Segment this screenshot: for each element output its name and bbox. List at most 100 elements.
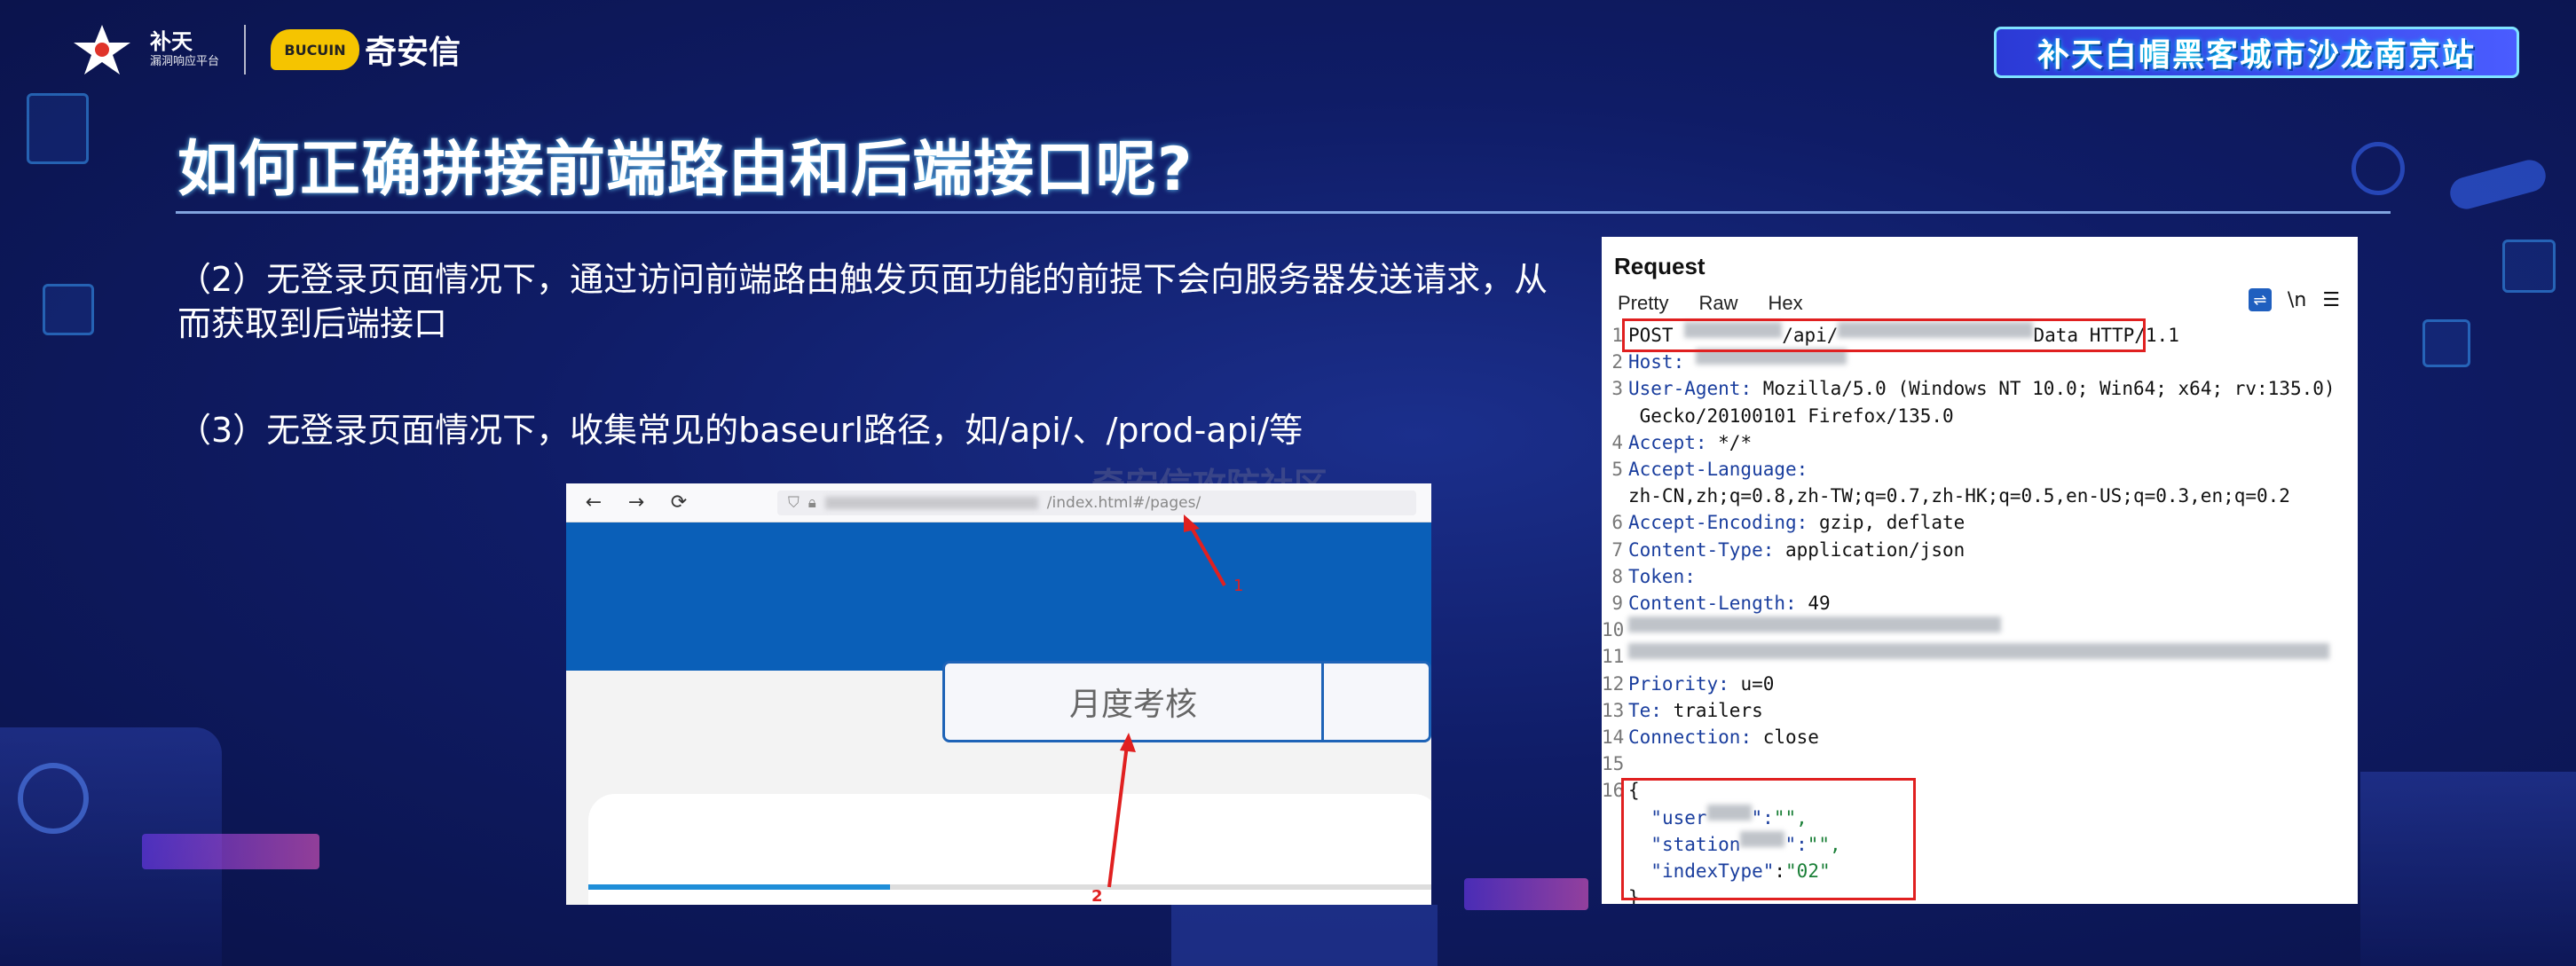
line-number: 8: [1611, 565, 1623, 587]
line-number: 6: [1611, 512, 1623, 534]
highlight-endpoint: [1622, 318, 2146, 352]
tab-card[interactable]: 月度考核: [942, 661, 1431, 742]
title-divider: [176, 211, 2391, 214]
shield-icon: ⛉: [788, 494, 800, 512]
highlight-body: [1621, 778, 1916, 900]
line-number: [1602, 403, 1628, 429]
line-number: [1602, 483, 1628, 509]
header-value: Mozilla/5.0 (Windows NT 10.0; Win64; x64…: [1762, 378, 2336, 400]
header-key: Content-Length: [1628, 593, 1786, 615]
line-number: 3: [1611, 378, 1623, 400]
code-line: 4 Accept: */*: [1602, 429, 2358, 456]
line-number: 14: [1602, 726, 1625, 749]
line-number: 13: [1602, 699, 1625, 721]
code-line: 9 Content-Length: 49: [1602, 590, 2358, 617]
tab-pretty[interactable]: Pretty: [1618, 292, 1668, 315]
redacted-text: [1628, 643, 2329, 660]
butian-name: 补天: [150, 29, 193, 54]
code-line: 5 Accept-Language:: [1602, 456, 2358, 483]
header-value: zh-CN,zh;q=0.8,zh-TW;q=0.7,zh-HK;q=0.5,e…: [1628, 485, 2290, 507]
code-line: 12 Priority: u=0: [1602, 671, 2358, 697]
header-key: Accept: [1628, 431, 1696, 453]
slide-title: 如何正确拼接前端路由和后端接口呢?: [177, 135, 1193, 205]
forward-icon[interactable]: →: [626, 492, 646, 513]
arrow-1-icon: 1: [1184, 514, 1243, 595]
code-line: 6 Accept-Encoding: gzip, deflate: [1602, 509, 2358, 536]
code-line: 8 Token:: [1602, 563, 2358, 590]
reload-icon[interactable]: ⟳: [669, 492, 689, 513]
logo-divider: [244, 25, 247, 75]
butian-subtitle: 漏洞响应平台: [150, 55, 220, 68]
decor-chip-icon: [43, 284, 94, 335]
tab-hex[interactable]: Hex: [1768, 292, 1802, 315]
line-number: 11: [1602, 646, 1625, 668]
header-key: Token: [1628, 565, 1685, 587]
code-line: 7 Content-Type: application/json: [1602, 537, 2358, 563]
butian-logo-icon: [74, 25, 130, 75]
browser-screenshot: ← → ⟳ ⛉ 🔒︎ /index.html#/pages/ 月度考核: [566, 483, 1431, 905]
event-banner: 补天白帽黑客城市沙龙南京站: [1994, 27, 2519, 78]
header-value: application/json: [1785, 538, 1965, 561]
request-tabs: Pretty Raw Hex: [1618, 292, 1803, 315]
code-line: zh-CN,zh;q=0.8,zh-TW;q=0.7,zh-HK;q=0.5,e…: [1602, 483, 2358, 509]
code-line: 13 Te: trailers: [1602, 697, 2358, 724]
page-header-band: [566, 522, 1431, 671]
arrow-2-label: 2: [1091, 887, 1103, 905]
header-key: Priority: [1628, 672, 1719, 695]
line-number: 10: [1602, 619, 1625, 641]
header-value: trailers: [1673, 699, 1763, 721]
tab-raw[interactable]: Raw: [1698, 292, 1737, 315]
code-line: 2 Host:: [1602, 349, 2358, 375]
arrow-2-icon: 2: [1091, 733, 1136, 905]
url-redacted: [824, 497, 1038, 509]
lock-icon: 🔒︎: [807, 494, 816, 512]
decor-lens-icon: [2351, 142, 2405, 195]
header-key: Host: [1628, 351, 1674, 373]
code-line: 3 User-Agent: Mozilla/5.0 (Windows NT 10.…: [1602, 375, 2358, 402]
line-number: 7: [1611, 538, 1623, 561]
line-number: 12: [1602, 672, 1625, 695]
header-key: Accept-Encoding: [1628, 512, 1797, 534]
line-number: 9: [1611, 593, 1623, 615]
back-icon[interactable]: ←: [584, 492, 603, 513]
newline-icon[interactable]: \n: [2288, 289, 2306, 311]
code-line: Gecko/20100101 Firefox/135.0: [1602, 403, 2358, 429]
header-value: 49: [1808, 593, 1831, 615]
code-line: 11: [1602, 643, 2358, 670]
menu-icon[interactable]: ☰: [2322, 289, 2340, 311]
line-number: 2: [1611, 351, 1623, 373]
paragraph-3: （3）无登录页面情况下，收集常见的baseurl路径，如/api/、/prod-…: [177, 411, 1304, 450]
address-bar[interactable]: ⛉ 🔒︎ /index.html#/pages/: [777, 491, 1416, 515]
header-key: User-Agent: [1628, 378, 1741, 400]
progress-active: [588, 884, 890, 890]
header-value: Gecko/20100101 Firefox/135.0: [1628, 404, 1954, 427]
arrow-1-label: 1: [1233, 577, 1243, 595]
paragraph-2: （2）无登录页面情况下，通过访问前端路由触发页面功能的前提下会向服务器发送请求，…: [177, 260, 1548, 343]
qianxin-name: 奇安信: [365, 35, 461, 71]
header-key: Content-Type: [1628, 538, 1763, 561]
line-number: 15: [1602, 753, 1625, 775]
header-key: Accept-Language: [1628, 459, 1797, 481]
qianxin-mark-icon: BUCUIN: [271, 29, 360, 70]
decor-building-illustration: [2360, 772, 2576, 966]
request-panel: Request Pretty Raw Hex ⇌ \n ☰ 1 POST /api…: [1602, 237, 2358, 904]
decor-bar: [1464, 878, 1588, 910]
code-line: 14 Connection: close: [1602, 724, 2358, 750]
decor-chip-icon: [2422, 319, 2470, 367]
request-toolbar: ⇌ \n ☰: [2248, 288, 2340, 311]
header-value: close: [1762, 726, 1819, 749]
qianxin-logo: BUCUIN 奇安信: [271, 27, 461, 73]
header-value: u=0: [1740, 672, 1775, 695]
header-value: gzip, deflate: [1818, 512, 1965, 534]
butian-logo-text: 补天 漏洞响应平台: [150, 29, 219, 70]
line-number: 4: [1611, 431, 1623, 453]
line-number: 5: [1611, 459, 1623, 481]
header-value: */*: [1718, 431, 1753, 453]
code-line: 15: [1602, 750, 2358, 777]
header-key: Connection: [1628, 726, 1741, 749]
decor-telescope-icon: [2446, 156, 2549, 213]
decor-ring-icon: [18, 763, 89, 834]
wrap-icon[interactable]: ⇌: [2248, 288, 2272, 311]
request-title: Request: [1614, 253, 1706, 279]
redacted-text: [1628, 617, 2001, 633]
